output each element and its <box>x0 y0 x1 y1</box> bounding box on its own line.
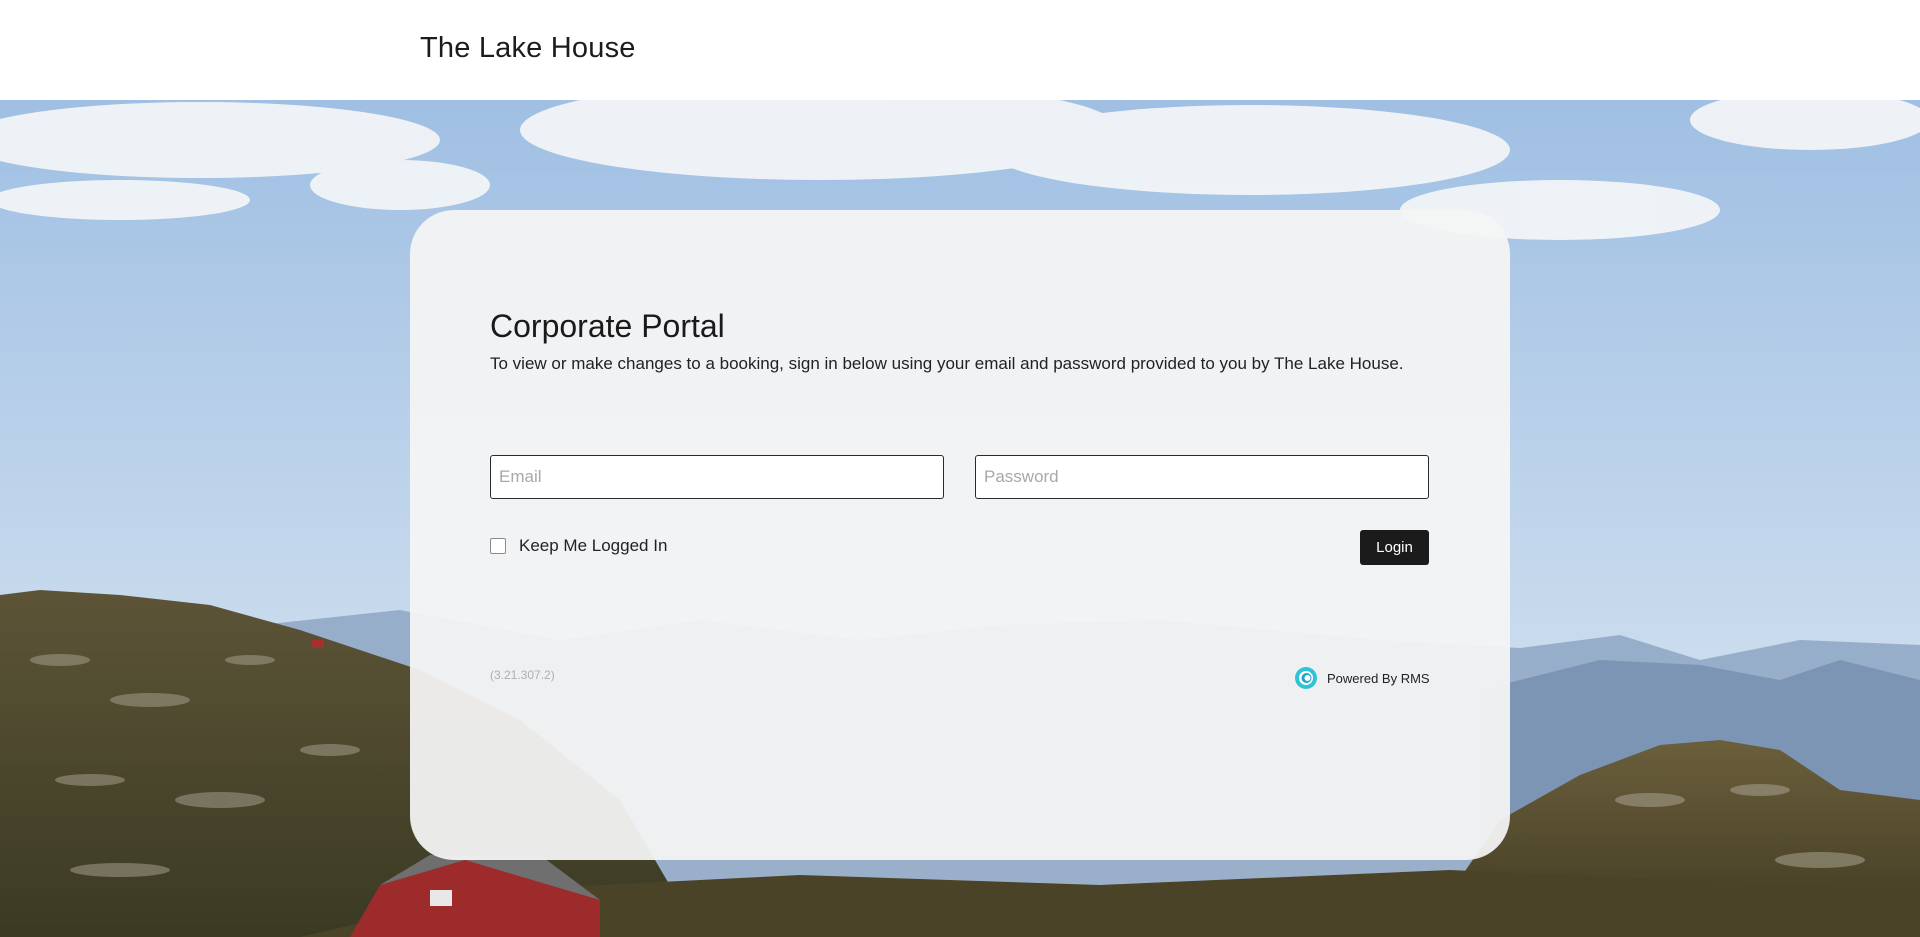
brand-title: The Lake House <box>420 32 636 65</box>
keep-logged-in-checkbox[interactable] <box>490 538 506 554</box>
rms-logo-icon <box>1294 666 1318 690</box>
page-subtitle: To view or make changes to a booking, si… <box>490 354 1404 374</box>
login-button[interactable]: Login <box>1360 530 1429 565</box>
keep-logged-in-option[interactable]: Keep Me Logged In <box>490 536 667 556</box>
powered-by-label: Powered By RMS <box>1327 671 1430 686</box>
email-field[interactable] <box>490 455 944 499</box>
powered-by-rms[interactable]: Powered By RMS <box>1294 666 1430 690</box>
password-field[interactable] <box>975 455 1429 499</box>
page-title: Corporate Portal <box>490 308 725 345</box>
site-header: The Lake House <box>0 0 1920 100</box>
keep-logged-in-label: Keep Me Logged In <box>519 536 667 556</box>
version-label: (3.21.307.2) <box>490 668 555 682</box>
login-card: Corporate Portal To view or make changes… <box>410 210 1510 860</box>
